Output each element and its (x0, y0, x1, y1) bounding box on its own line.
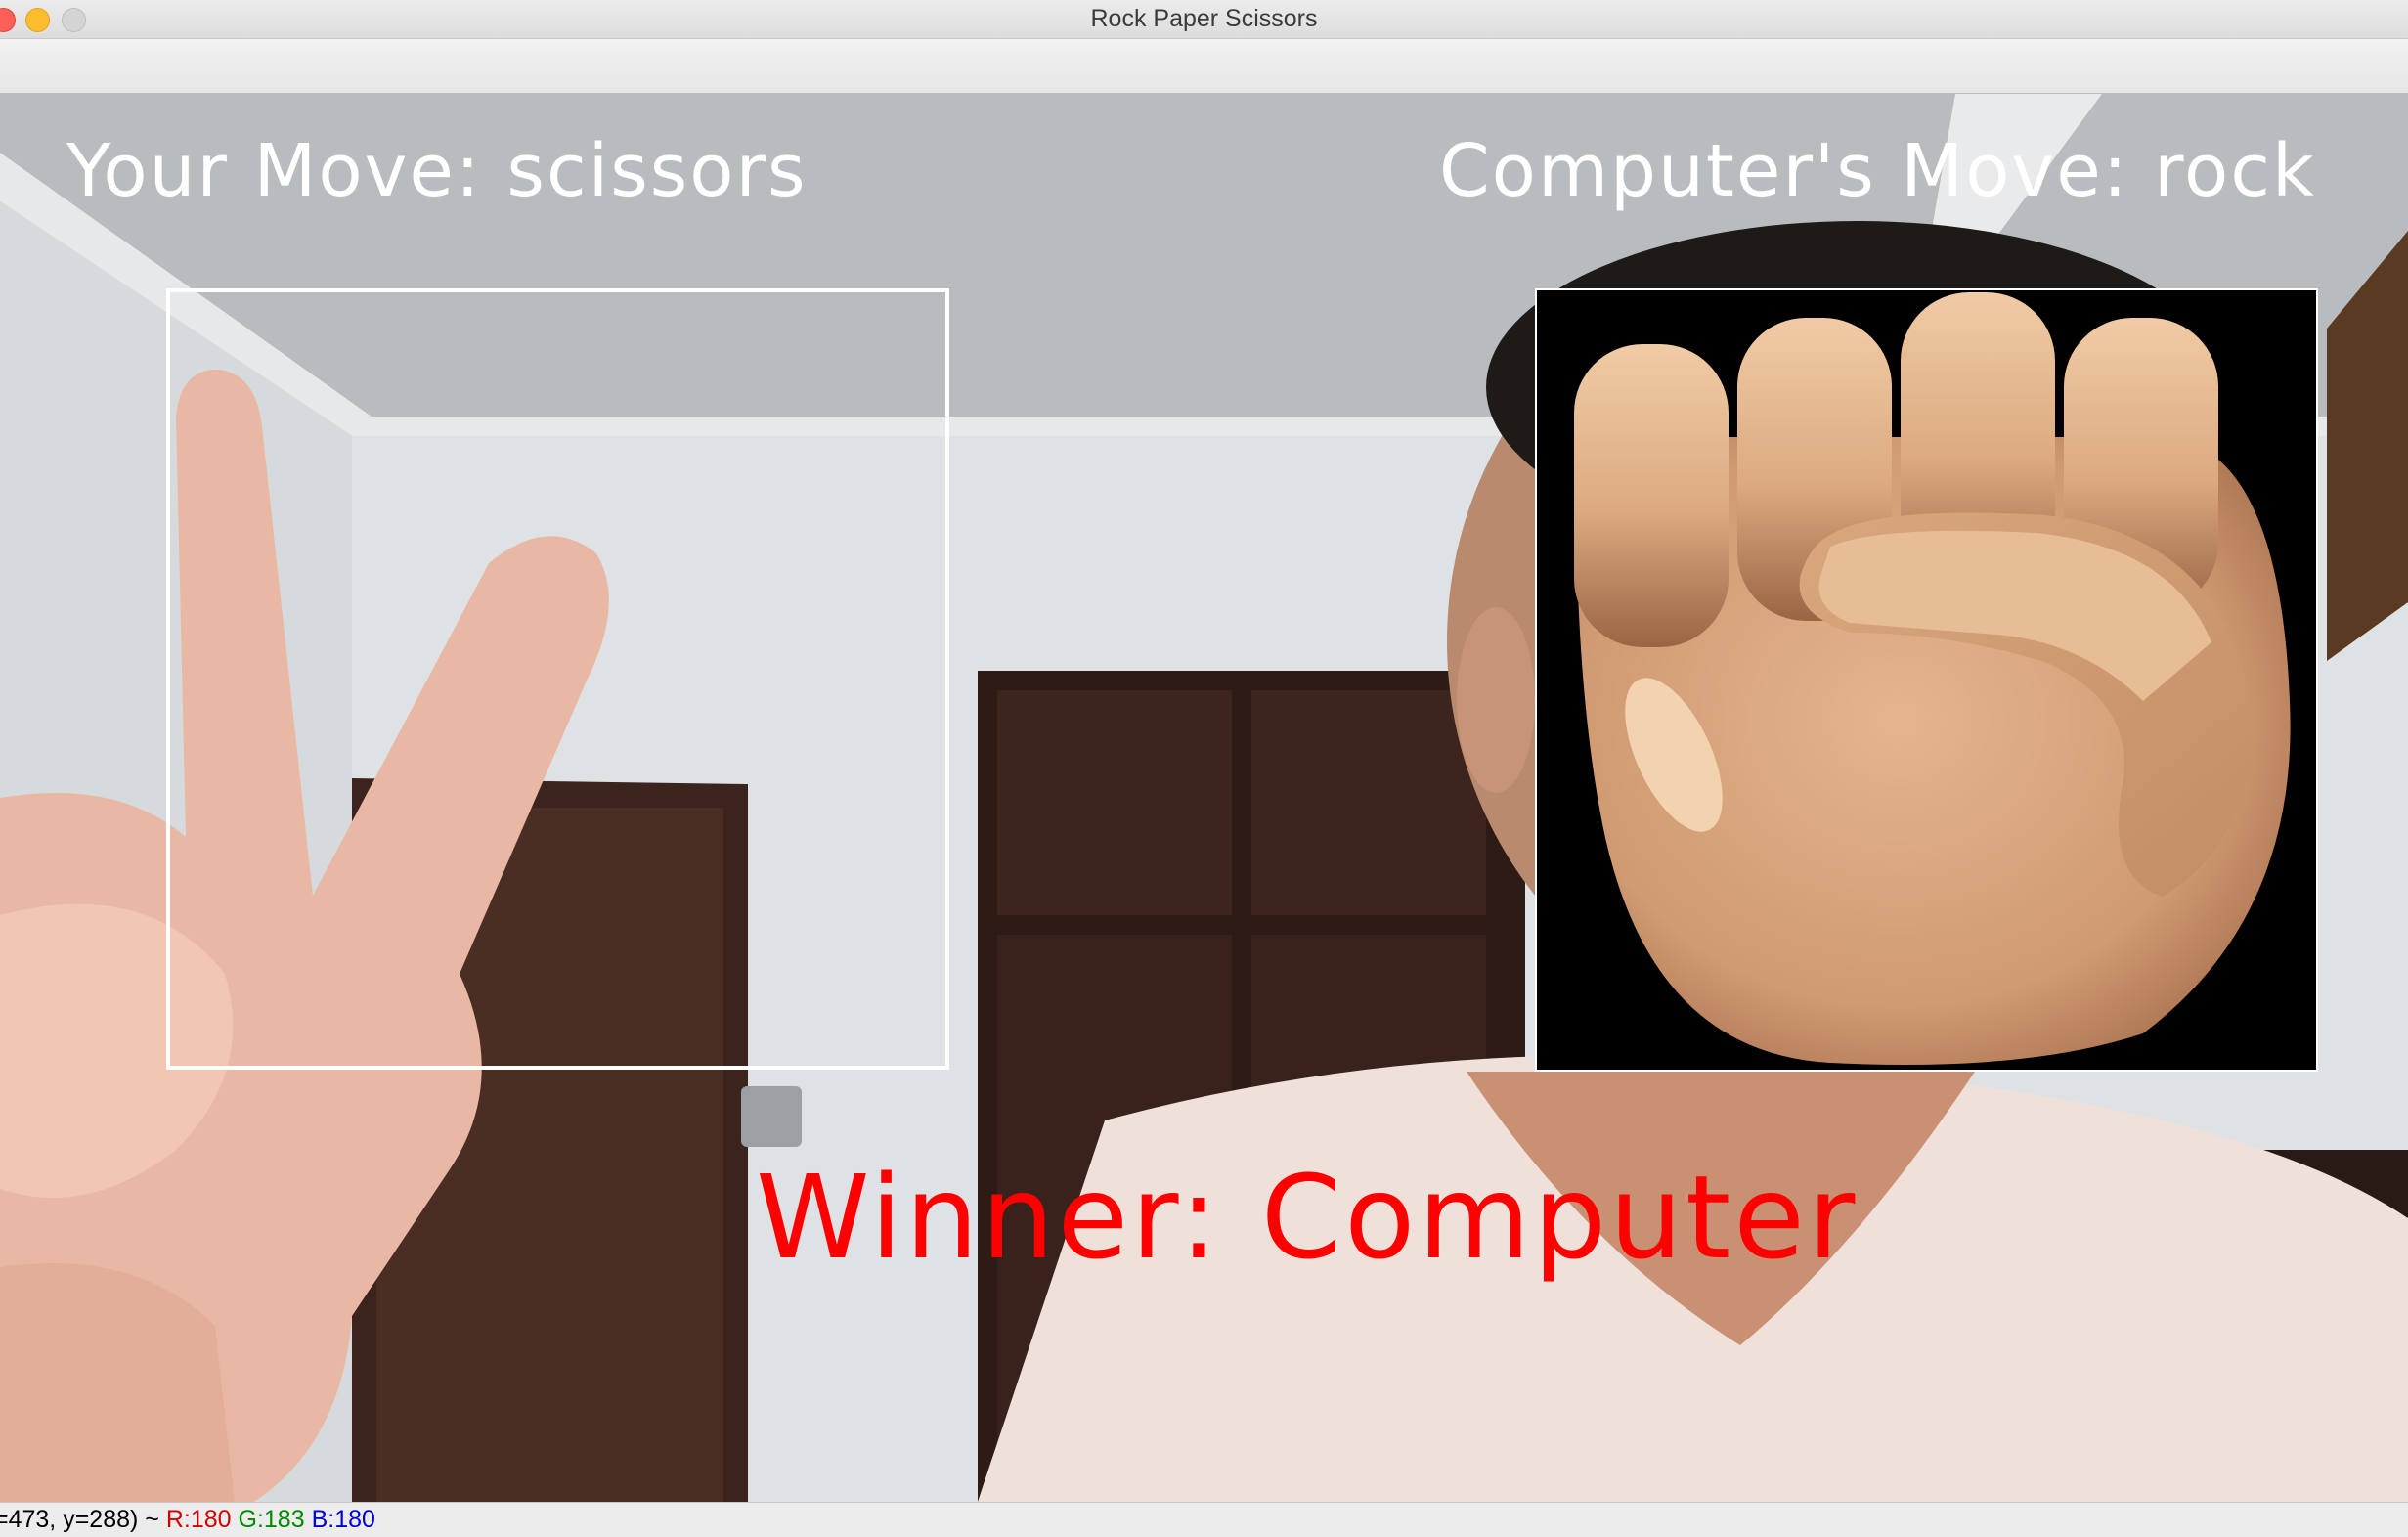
raised-fist-emoji-icon (1574, 292, 2291, 1065)
user-hand-detection-box (166, 288, 949, 1070)
status-bar: =473, y=288) ~ R:180 G:183 B:180 (0, 1502, 2408, 1537)
pixel-green-value: G:183 (238, 1506, 305, 1533)
pixel-red-value: R:180 (165, 1506, 232, 1533)
user-move-label: Your Move: scissors (66, 129, 808, 213)
window-title: Rock Paper Scissors (1090, 5, 1318, 32)
pixel-blue-value: B:180 (311, 1506, 375, 1533)
window-titlebar: Rock Paper Scissors (0, 0, 2408, 39)
camera-view[interactable]: Your Move: scissors Computer's Move: roc… (0, 94, 2408, 1502)
winner-label: Winner: Computer (756, 1150, 1859, 1285)
window-toolbar (0, 39, 2408, 94)
computer-move-panel (1535, 288, 2318, 1072)
computer-move-label: Computer's Move: rock (1439, 129, 2316, 213)
cursor-position-readout: =473, y=288) ~ (0, 1506, 159, 1533)
